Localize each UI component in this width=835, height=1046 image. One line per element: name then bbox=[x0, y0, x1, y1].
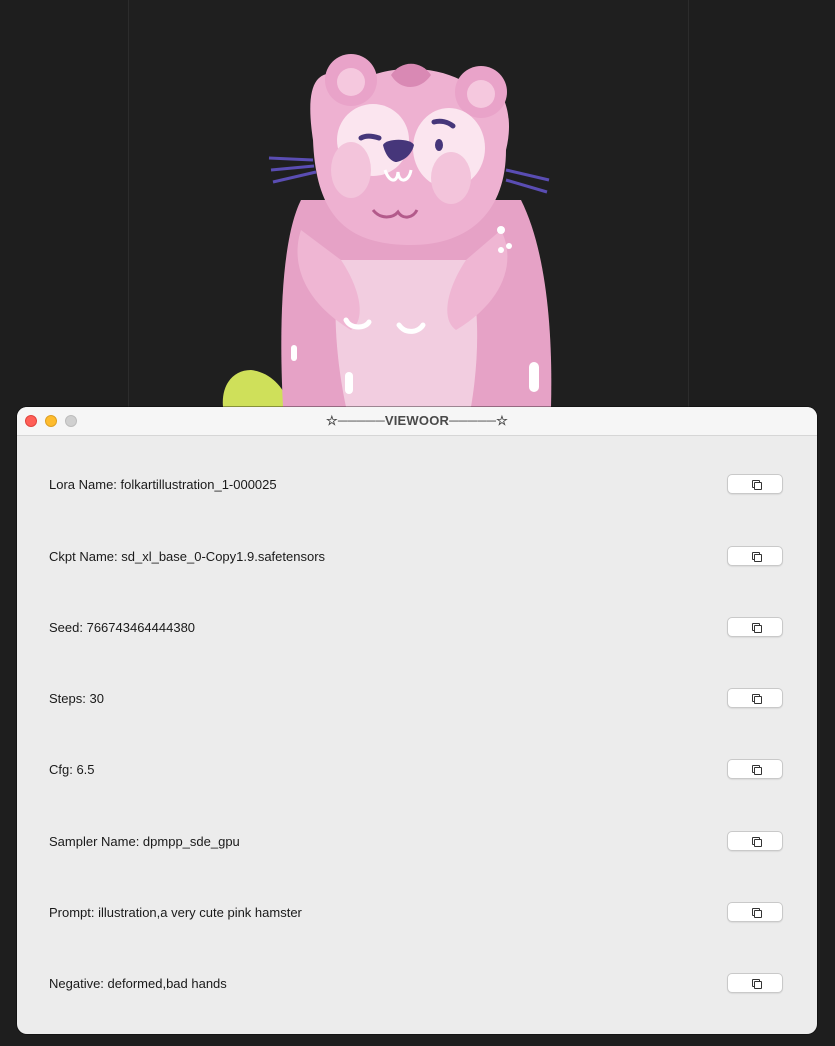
window-titlebar[interactable]: ☆─────VIEWOOR─────☆ bbox=[17, 407, 817, 436]
copy-sampler-name-button[interactable] bbox=[727, 831, 783, 851]
copy-seed-button[interactable] bbox=[727, 617, 783, 637]
steps-label: Steps: 30 bbox=[49, 691, 104, 706]
sampler-name-label: Sampler Name: dpmpp_sde_gpu bbox=[49, 834, 240, 849]
viewoor-window: ☆─────VIEWOOR─────☆ Lora Name: folkartil… bbox=[17, 407, 817, 1034]
metadata-row-seed: Seed: 766743464444380 bbox=[17, 616, 817, 640]
prompt-label: Prompt: illustration,a very cute pink ha… bbox=[49, 905, 302, 920]
metadata-row-cfg: Cfg: 6.5 bbox=[17, 758, 817, 782]
negative-label: Negative: deformed,bad hands bbox=[49, 976, 227, 991]
copy-icon bbox=[752, 765, 762, 775]
copy-icon bbox=[752, 908, 762, 918]
copy-icon bbox=[752, 480, 762, 490]
copy-lora-name-button[interactable] bbox=[727, 474, 783, 494]
metadata-row-ckpt-name: Ckpt Name: sd_xl_base_0-Copy1.9.safetens… bbox=[17, 545, 817, 569]
metadata-row-steps: Steps: 30 bbox=[17, 687, 817, 711]
copy-cfg-button[interactable] bbox=[727, 759, 783, 779]
ckpt-name-label: Ckpt Name: sd_xl_base_0-Copy1.9.safetens… bbox=[49, 549, 326, 564]
copy-icon bbox=[752, 623, 762, 633]
copy-steps-button[interactable] bbox=[727, 688, 783, 708]
window-title: ☆─────VIEWOOR─────☆ bbox=[325, 413, 509, 428]
copy-ckpt-name-button[interactable] bbox=[727, 546, 783, 566]
metadata-row-prompt: Prompt: illustration,a very cute pink ha… bbox=[17, 901, 817, 925]
copy-icon bbox=[752, 552, 762, 562]
cfg-label: Cfg: 6.5 bbox=[49, 762, 95, 777]
seed-label: Seed: 766743464444380 bbox=[49, 620, 196, 635]
copy-negative-button[interactable] bbox=[727, 973, 783, 993]
generated-image-preview bbox=[128, 0, 689, 410]
pink-hamster-illustration bbox=[222, 54, 552, 407]
copy-icon bbox=[752, 837, 762, 847]
metadata-row-sampler-name: Sampler Name: dpmpp_sde_gpu bbox=[17, 830, 817, 854]
metadata-row-lora-name: Lora Name: folkartillustration_1-000025 bbox=[17, 473, 817, 497]
copy-icon bbox=[752, 694, 762, 704]
copy-prompt-button[interactable] bbox=[727, 902, 783, 922]
metadata-row-negative: Negative: deformed,bad hands bbox=[17, 972, 817, 996]
copy-icon bbox=[752, 979, 762, 989]
lora-name-label: Lora Name: folkartillustration_1-000025 bbox=[49, 477, 277, 492]
